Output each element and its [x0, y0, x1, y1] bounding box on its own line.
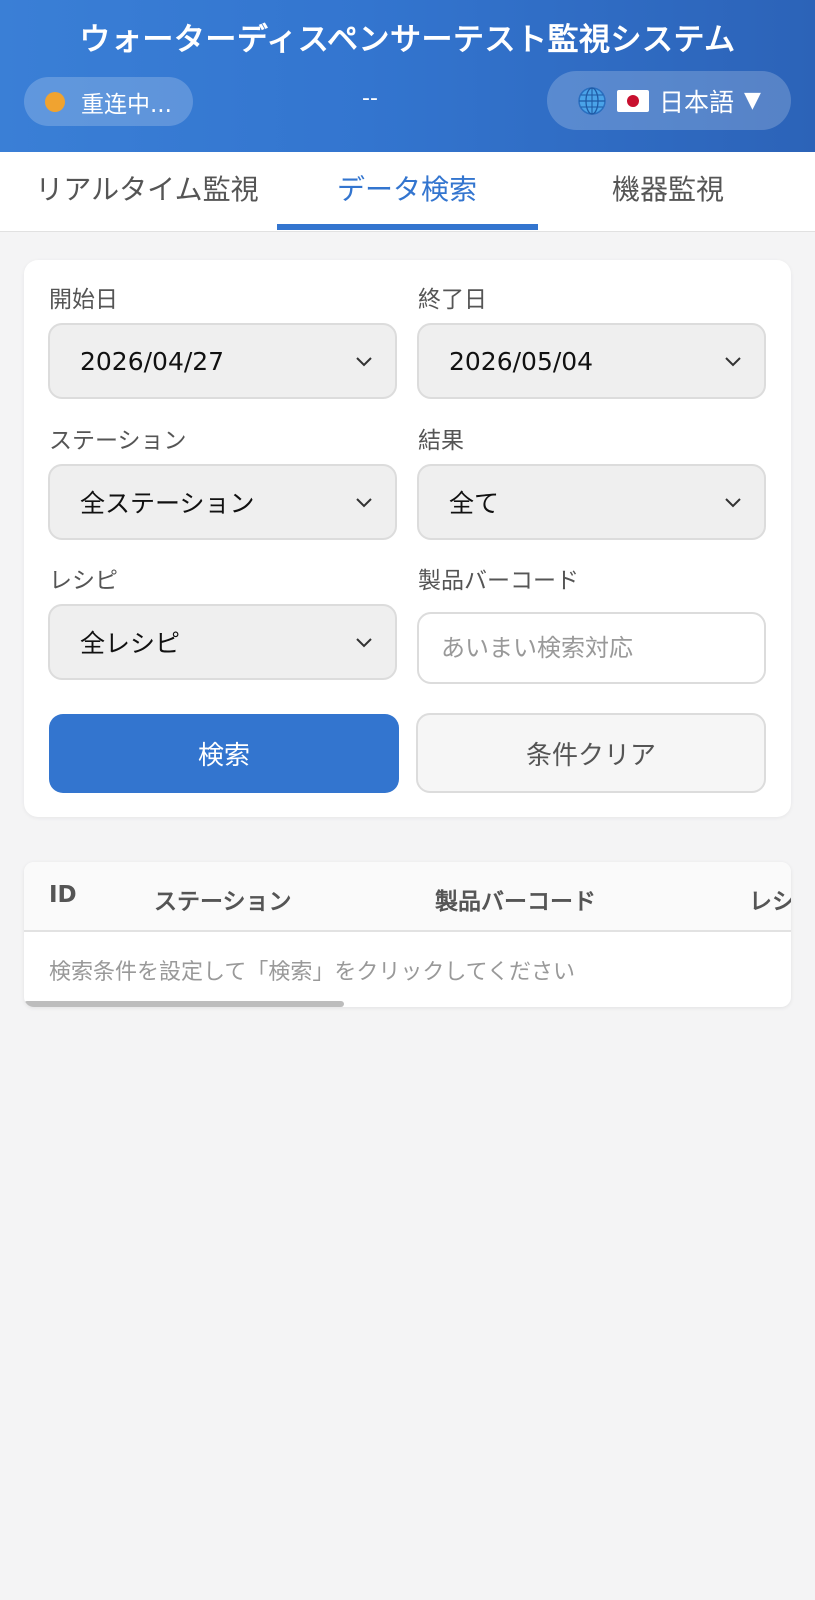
- end-date-select[interactable]: 2026/05/04: [417, 323, 766, 399]
- column-header-id: ID: [49, 882, 77, 908]
- app-header: ウォーターディスペンサーテスト監視システム 重连中... -- 日本語 ▼: [0, 0, 815, 152]
- table-header: ID ステーション 製品バーコード レシ: [24, 862, 791, 932]
- recipe-value: 全レシピ: [80, 629, 181, 658]
- barcode-input[interactable]: [417, 612, 766, 684]
- result-select[interactable]: 全て: [417, 464, 766, 540]
- station-value: 全ステーション: [80, 489, 255, 518]
- chevron-down-icon: [356, 638, 372, 648]
- start-date-select[interactable]: 2026/04/27: [48, 323, 397, 399]
- result-value: 全て: [449, 489, 500, 518]
- tab-data-search[interactable]: データ検索: [277, 152, 537, 232]
- results-table: ID ステーション 製品バーコード レシ 検索条件を設定して「検索」をクリックし…: [24, 862, 791, 1007]
- search-button[interactable]: 検索: [49, 714, 399, 793]
- recipe-select[interactable]: 全レシピ: [48, 604, 397, 680]
- empty-state-message: 検索条件を設定して「検索」をクリックしてください: [49, 960, 576, 985]
- recipe-label: レシピ: [49, 568, 118, 594]
- result-label: 結果: [418, 428, 464, 454]
- status-dot-icon: [45, 91, 65, 112]
- language-label: 日本語: [659, 87, 735, 117]
- start-date-label: 開始日: [49, 287, 118, 313]
- tab-bar: リアルタイム監視 データ検索 機器監視: [0, 152, 815, 232]
- column-header-station: ステーション: [154, 889, 292, 915]
- clear-button[interactable]: 条件クリア: [416, 713, 766, 793]
- column-header-barcode: 製品バーコード: [435, 889, 596, 915]
- caret-down-icon: ▼: [744, 88, 761, 113]
- end-date-label: 終了日: [418, 287, 487, 313]
- end-date-value: 2026/05/04: [449, 346, 594, 376]
- station-label: ステーション: [49, 428, 187, 454]
- tab-realtime[interactable]: リアルタイム監視: [17, 152, 277, 232]
- globe-icon: [578, 86, 606, 115]
- search-form: 開始日 2026/04/27 終了日 2026/05/04 ステーション 全ステ…: [24, 260, 791, 817]
- tab-device-monitor[interactable]: 機器監視: [538, 152, 798, 232]
- language-selector[interactable]: 日本語 ▼: [547, 71, 791, 130]
- horizontal-scrollbar[interactable]: [24, 1001, 344, 1007]
- japan-flag-icon: [617, 89, 650, 112]
- station-select[interactable]: 全ステーション: [48, 464, 397, 540]
- chevron-down-icon: [356, 498, 372, 508]
- start-date-value: 2026/04/27: [80, 346, 225, 376]
- column-header-recipe: レシ: [749, 889, 791, 915]
- time-display: --: [362, 86, 378, 111]
- app-title: ウォーターディスペンサーテスト監視システム: [79, 22, 736, 58]
- chevron-down-icon: [356, 357, 372, 367]
- barcode-label: 製品バーコード: [418, 568, 579, 594]
- connection-status: 重连中...: [24, 77, 193, 126]
- chevron-down-icon: [725, 498, 741, 508]
- status-text: 重连中...: [81, 91, 172, 118]
- chevron-down-icon: [725, 357, 741, 367]
- active-tab-indicator: [277, 224, 538, 230]
